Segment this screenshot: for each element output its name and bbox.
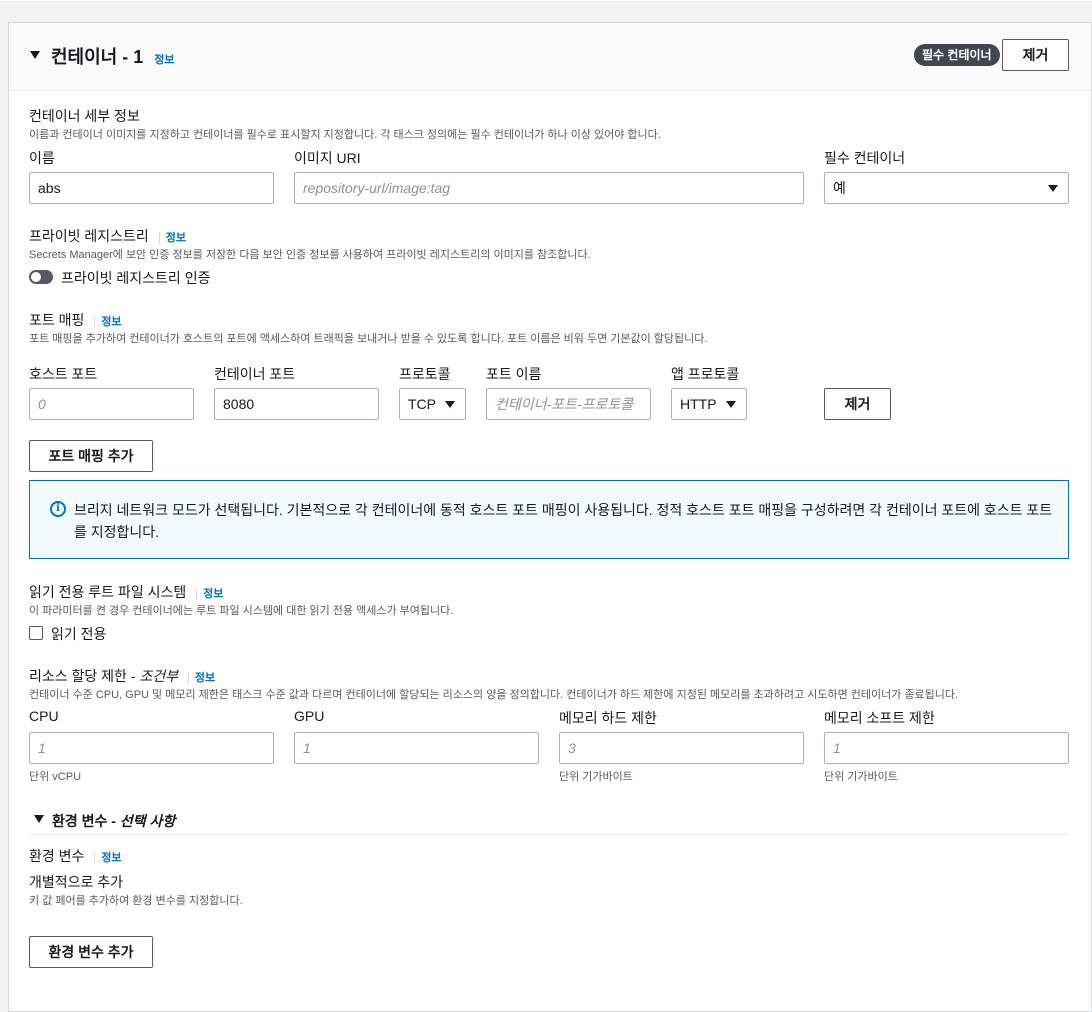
readonly-checkbox[interactable] <box>29 626 43 640</box>
mem-hard-label: 메모리 하드 제한 <box>559 710 657 726</box>
details-heading: 컨테이너 세부 정보 <box>29 108 140 124</box>
mem-soft-label: 메모리 소프트 제한 <box>824 710 935 726</box>
protocol-select-value: TCP <box>408 396 436 412</box>
protocol-chevron-down-icon <box>445 401 455 408</box>
protocol-select[interactable]: TCP <box>399 388 466 420</box>
port-mapping-heading-text: 포트 매핑 <box>29 312 85 328</box>
private-registry-info-link[interactable]: 정보 <box>158 232 186 244</box>
add-env-variable-button[interactable]: 환경 변수 추가 <box>29 936 153 968</box>
alert-text: 브리지 네트워크 모드가 선택됩니다. 기본적으로 각 컨테이너에 동적 호스트… <box>74 502 1053 540</box>
resources-description: 컨테이너 수준 CPU, GPU 및 메모리 제한은 태스크 수준 값과 다르며… <box>29 689 959 701</box>
toggle-knob <box>31 272 41 282</box>
app-protocol-select[interactable]: HTTP <box>671 388 747 420</box>
essential-label: 필수 컨테이너 <box>824 150 906 166</box>
private-registry-heading-text: 프라이빗 레지스트리 <box>29 228 149 244</box>
resources-heading: 리소스 할당 제한 - 조건부 정보 <box>29 666 216 686</box>
readonly-checkbox-label: 읽기 전용 <box>51 626 107 642</box>
private-registry-toggle-label: 프라이빗 레지스트리 인증 <box>61 270 211 286</box>
cpu-hint: 단위 vCPU <box>29 771 82 783</box>
port-mapping-description: 포트 매핑을 추가하여 컨테이너가 호스트의 포트에 액세스하여 트래픽을 보내… <box>29 333 708 345</box>
env-section-title-text: 환경 변수 - <box>52 813 120 829</box>
host-port-label: 호스트 포트 <box>29 366 98 382</box>
env-divider <box>29 834 1069 835</box>
readonly-fs-heading-text: 읽기 전용 루트 파일 시스템 <box>29 584 187 600</box>
port-name-input[interactable]: 컨테이너-포트-프로토콜 <box>486 388 651 420</box>
container-port-input[interactable]: 8080 <box>214 388 379 420</box>
resources-info-link[interactable]: 정보 <box>187 672 216 684</box>
name-label: 이름 <box>29 150 55 166</box>
essential-badge: 필수 컨테이너 <box>914 44 1000 66</box>
readonly-fs-heading: 읽기 전용 루트 파일 시스템 정보 <box>29 582 224 602</box>
env-description: 키 값 페어를 추가하여 환경 변수를 지정합니다. <box>29 895 243 907</box>
env-sub-heading: 개별적으로 추가 <box>29 874 124 890</box>
gpu-label: GPU <box>294 708 325 724</box>
cpu-label: CPU <box>29 708 59 724</box>
cpu-input[interactable]: 1 <box>29 732 274 764</box>
private-registry-description: Secrets Manager에 보안 인증 정보를 저장한 다음 보안 인증 … <box>29 249 591 261</box>
env-collapse-caret-icon[interactable] <box>34 815 44 823</box>
essential-chevron-down-icon <box>1048 185 1058 192</box>
app-protocol-label: 앱 프로토콜 <box>671 366 740 382</box>
private-registry-heading: 프라이빗 레지스트리 정보 <box>29 226 186 246</box>
mem-soft-input[interactable]: 1 <box>824 732 1069 764</box>
panel-info-link[interactable]: 정보 <box>154 54 174 66</box>
env-heading-text: 환경 변수 <box>29 848 85 864</box>
remove-port-mapping-button[interactable]: 제거 <box>824 388 891 420</box>
resources-heading-italic: 조건부 <box>139 668 179 684</box>
image-uri-label: 이미지 URI <box>294 150 361 166</box>
app-protocol-chevron-down-icon <box>726 401 736 408</box>
bridge-network-alert: i 브리지 네트워크 모드가 선택됩니다. 기본적으로 각 컨테이너에 동적 호… <box>29 480 1069 559</box>
gpu-input[interactable]: 1 <box>294 732 539 764</box>
details-description: 이름과 컨테이너 이미지를 지정하고 컨테이너를 필수로 표시할지 지정합니다.… <box>29 129 661 141</box>
env-section-title[interactable]: 환경 변수 - 선택 사항 <box>52 811 175 831</box>
env-section-title-italic: 선택 사항 <box>119 813 176 829</box>
host-port-input[interactable]: 0 <box>29 388 194 420</box>
env-info-link[interactable]: 정보 <box>94 852 122 864</box>
port-mapping-heading: 포트 매핑 정보 <box>29 310 122 330</box>
panel-header: 컨테이너 - 1 정보 필수 컨테이너 제거 <box>9 23 1091 91</box>
app-protocol-select-value: HTTP <box>680 396 717 412</box>
resources-heading-text: 리소스 할당 제한 - <box>29 668 140 684</box>
readonly-fs-description: 이 파라미터를 켠 경우 컨테이너에는 루트 파일 시스템에 대한 읽기 전용 … <box>29 605 454 617</box>
port-name-label: 포트 이름 <box>486 366 542 382</box>
env-heading: 환경 변수 정보 <box>29 846 122 866</box>
name-input[interactable]: abs <box>29 172 274 204</box>
top-strip <box>0 0 1092 2</box>
remove-container-button[interactable]: 제거 <box>1002 39 1069 71</box>
private-registry-toggle[interactable] <box>29 270 53 284</box>
protocol-label: 프로토콜 <box>399 366 451 382</box>
mem-hard-input[interactable]: 3 <box>559 732 804 764</box>
mem-hard-hint: 단위 기가바이트 <box>559 771 633 783</box>
panel-title-text: 컨테이너 - 1 <box>51 47 144 67</box>
image-uri-input[interactable]: repository-url/image:tag <box>294 172 804 204</box>
mem-soft-hint: 단위 기가바이트 <box>824 771 898 783</box>
info-icon: i <box>50 501 66 517</box>
panel-title: 컨테이너 - 1 정보 <box>51 43 175 69</box>
add-port-mapping-button[interactable]: 포트 매핑 추가 <box>29 440 153 472</box>
essential-select-value: 예 <box>833 180 846 196</box>
port-mapping-info-link[interactable]: 정보 <box>94 316 122 328</box>
essential-select[interactable]: 예 <box>824 172 1069 204</box>
readonly-fs-info-link[interactable]: 정보 <box>196 588 224 600</box>
container-port-label: 컨테이너 포트 <box>214 366 296 382</box>
collapse-caret-icon[interactable] <box>30 51 40 59</box>
